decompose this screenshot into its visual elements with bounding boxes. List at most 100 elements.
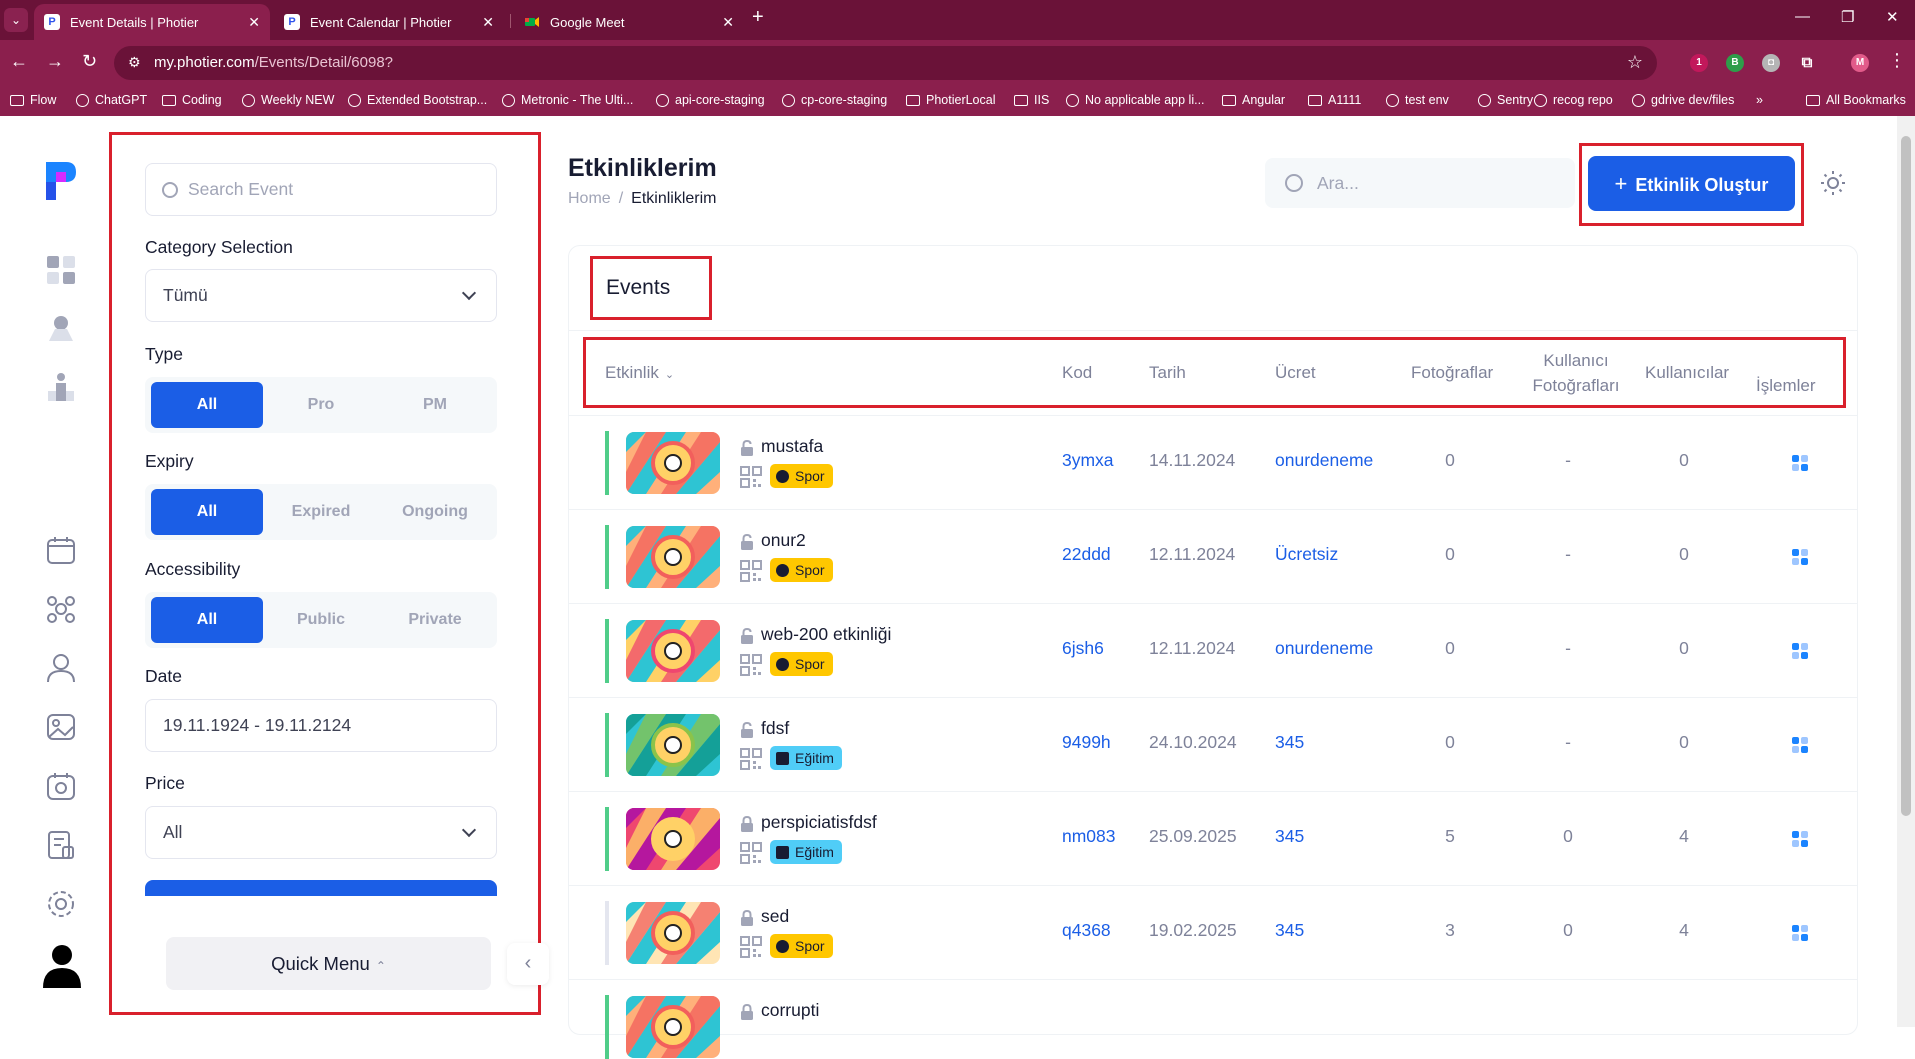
- restore-icon[interactable]: ❐: [1841, 8, 1854, 26]
- type-option-pro[interactable]: Pro: [265, 382, 377, 428]
- event-thumbnail[interactable]: [626, 714, 720, 776]
- accessibility-option-private[interactable]: Private: [379, 597, 491, 643]
- browser-tab[interactable]: P Event Details | Photier ✕: [34, 4, 270, 40]
- event-code[interactable]: 6jsh6: [1062, 638, 1104, 659]
- bookmark-item[interactable]: Weekly NEW: [242, 93, 334, 107]
- event-thumbnail[interactable]: [626, 996, 720, 1058]
- search-event-input[interactable]: Search Event: [145, 163, 497, 216]
- apply-filter-button[interactable]: [145, 880, 497, 896]
- bookmark-item[interactable]: test env: [1386, 93, 1449, 107]
- event-name[interactable]: perspiciatisfdsf: [761, 812, 877, 833]
- site-info-icon[interactable]: ⚙: [128, 54, 141, 71]
- column-header-event[interactable]: Etkinlik ⌄: [605, 360, 674, 388]
- window-close-icon[interactable]: ✕: [1886, 8, 1899, 26]
- accessibility-option-public[interactable]: Public: [265, 597, 377, 643]
- event-name[interactable]: corrupti: [761, 1000, 819, 1021]
- bookmark-item[interactable]: gdrive dev/files: [1632, 93, 1734, 107]
- bookmark-item[interactable]: All Bookmarks: [1806, 93, 1906, 107]
- dashboard-icon[interactable]: [45, 254, 77, 286]
- qr-code-icon[interactable]: [740, 936, 762, 958]
- event-code[interactable]: 3ymxa: [1062, 450, 1114, 471]
- event-code[interactable]: 9499h: [1062, 732, 1111, 753]
- calendar-icon[interactable]: [45, 534, 77, 566]
- expiry-option-ongoing[interactable]: Ongoing: [379, 489, 491, 535]
- create-event-button[interactable]: + Etkinlik Oluştur: [1588, 156, 1795, 211]
- reload-icon[interactable]: ↻: [82, 51, 97, 72]
- expiry-option-all[interactable]: All: [151, 489, 263, 535]
- price-select[interactable]: All: [145, 806, 497, 859]
- event-fee[interactable]: 345: [1275, 826, 1304, 847]
- event-fee[interactable]: onurdeneme: [1275, 638, 1373, 659]
- ranking-icon[interactable]: [45, 371, 77, 403]
- actions-menu-icon[interactable]: [1792, 643, 1808, 659]
- gallery-icon[interactable]: [45, 711, 77, 743]
- event-thumbnail[interactable]: [626, 432, 720, 494]
- bookmark-item[interactable]: IIS: [1014, 93, 1049, 107]
- actions-menu-icon[interactable]: [1792, 831, 1808, 847]
- qr-code-icon[interactable]: [740, 842, 762, 864]
- type-option-all[interactable]: All: [151, 382, 263, 428]
- browser-tab[interactable]: Google Meet ✕: [514, 4, 744, 40]
- event-code[interactable]: q4368: [1062, 920, 1111, 941]
- event-camera-icon[interactable]: [45, 770, 77, 802]
- breadcrumb-home[interactable]: Home: [568, 190, 611, 207]
- event-code[interactable]: 22ddd: [1062, 544, 1111, 565]
- photier-logo[interactable]: [44, 160, 78, 202]
- event-name[interactable]: fdsf: [761, 718, 789, 739]
- extension-icon[interactable]: B: [1726, 54, 1744, 72]
- minimize-icon[interactable]: —: [1795, 8, 1810, 25]
- event-name[interactable]: mustafa: [761, 436, 823, 457]
- actions-menu-icon[interactable]: [1792, 455, 1808, 471]
- qr-code-icon[interactable]: [740, 748, 762, 770]
- page-scrollbar[interactable]: [1897, 116, 1915, 1027]
- event-name[interactable]: onur2: [761, 530, 806, 551]
- camera-extension-icon[interactable]: ◘: [1762, 54, 1780, 72]
- bookmark-item[interactable]: A1111: [1308, 93, 1361, 107]
- category-select[interactable]: Tümü: [145, 269, 497, 322]
- event-fee[interactable]: 345: [1275, 920, 1304, 941]
- more-bookmarks-icon[interactable]: »: [1756, 93, 1763, 107]
- scrollbar-thumb[interactable]: [1901, 136, 1911, 816]
- accessibility-option-all[interactable]: All: [151, 597, 263, 643]
- event-name[interactable]: sed: [761, 906, 789, 927]
- new-tab-icon[interactable]: +: [752, 6, 764, 29]
- theme-toggle-sun-icon[interactable]: [1820, 170, 1846, 196]
- event-fee[interactable]: onurdeneme: [1275, 450, 1373, 471]
- url-text[interactable]: my.photier.com/Events/Detail/6098?: [154, 54, 393, 71]
- event-name[interactable]: web-200 etkinliği: [761, 624, 891, 645]
- event-thumbnail[interactable]: [626, 808, 720, 870]
- bookmark-item[interactable]: Sentry: [1478, 93, 1533, 107]
- award-icon[interactable]: [45, 313, 77, 345]
- qr-code-icon[interactable]: [740, 654, 762, 676]
- close-tab-icon[interactable]: ✕: [722, 14, 734, 31]
- type-option-pm[interactable]: PM: [379, 382, 491, 428]
- bookmark-item[interactable]: Angular: [1222, 93, 1285, 107]
- bookmark-item[interactable]: Extended Bootstrap...: [348, 93, 487, 107]
- address-bar[interactable]: ⚙ my.photier.com/Events/Detail/6098? ☆: [114, 46, 1657, 80]
- event-fee[interactable]: Ücretsiz: [1275, 544, 1338, 565]
- actions-menu-icon[interactable]: [1792, 737, 1808, 753]
- bookmark-item[interactable]: ChatGPT: [76, 93, 147, 107]
- browser-menu-icon[interactable]: ⋮: [1888, 50, 1906, 71]
- event-thumbnail[interactable]: [626, 526, 720, 588]
- bookmark-item[interactable]: PhotierLocal: [906, 93, 996, 107]
- date-range-input[interactable]: 19.11.1924 - 19.11.2124: [145, 699, 497, 752]
- bookmark-star-icon[interactable]: ☆: [1627, 52, 1643, 73]
- quick-menu-button[interactable]: Quick Menu ⌃: [166, 937, 491, 990]
- event-fee[interactable]: 345: [1275, 732, 1304, 753]
- extensions-puzzle-icon[interactable]: ⧉: [1798, 54, 1816, 72]
- global-search-input[interactable]: Ara...: [1265, 158, 1575, 208]
- bookmark-item[interactable]: Metronic - The Ulti...: [502, 93, 633, 107]
- collapse-sidebar-button[interactable]: ‹: [507, 943, 549, 985]
- event-thumbnail[interactable]: [626, 620, 720, 682]
- browser-tab[interactable]: P Event Calendar | Photier ✕: [274, 4, 504, 40]
- actions-menu-icon[interactable]: [1792, 925, 1808, 941]
- bookmark-item[interactable]: api-core-staging: [656, 93, 765, 107]
- bookmark-item[interactable]: Flow: [10, 93, 56, 107]
- close-tab-icon[interactable]: ✕: [482, 14, 494, 31]
- forward-icon[interactable]: →: [46, 51, 64, 72]
- groups-icon[interactable]: [45, 593, 77, 625]
- close-tab-icon[interactable]: ✕: [248, 14, 260, 31]
- reports-icon[interactable]: [45, 829, 77, 861]
- bookmark-item[interactable]: cp-core-staging: [782, 93, 887, 107]
